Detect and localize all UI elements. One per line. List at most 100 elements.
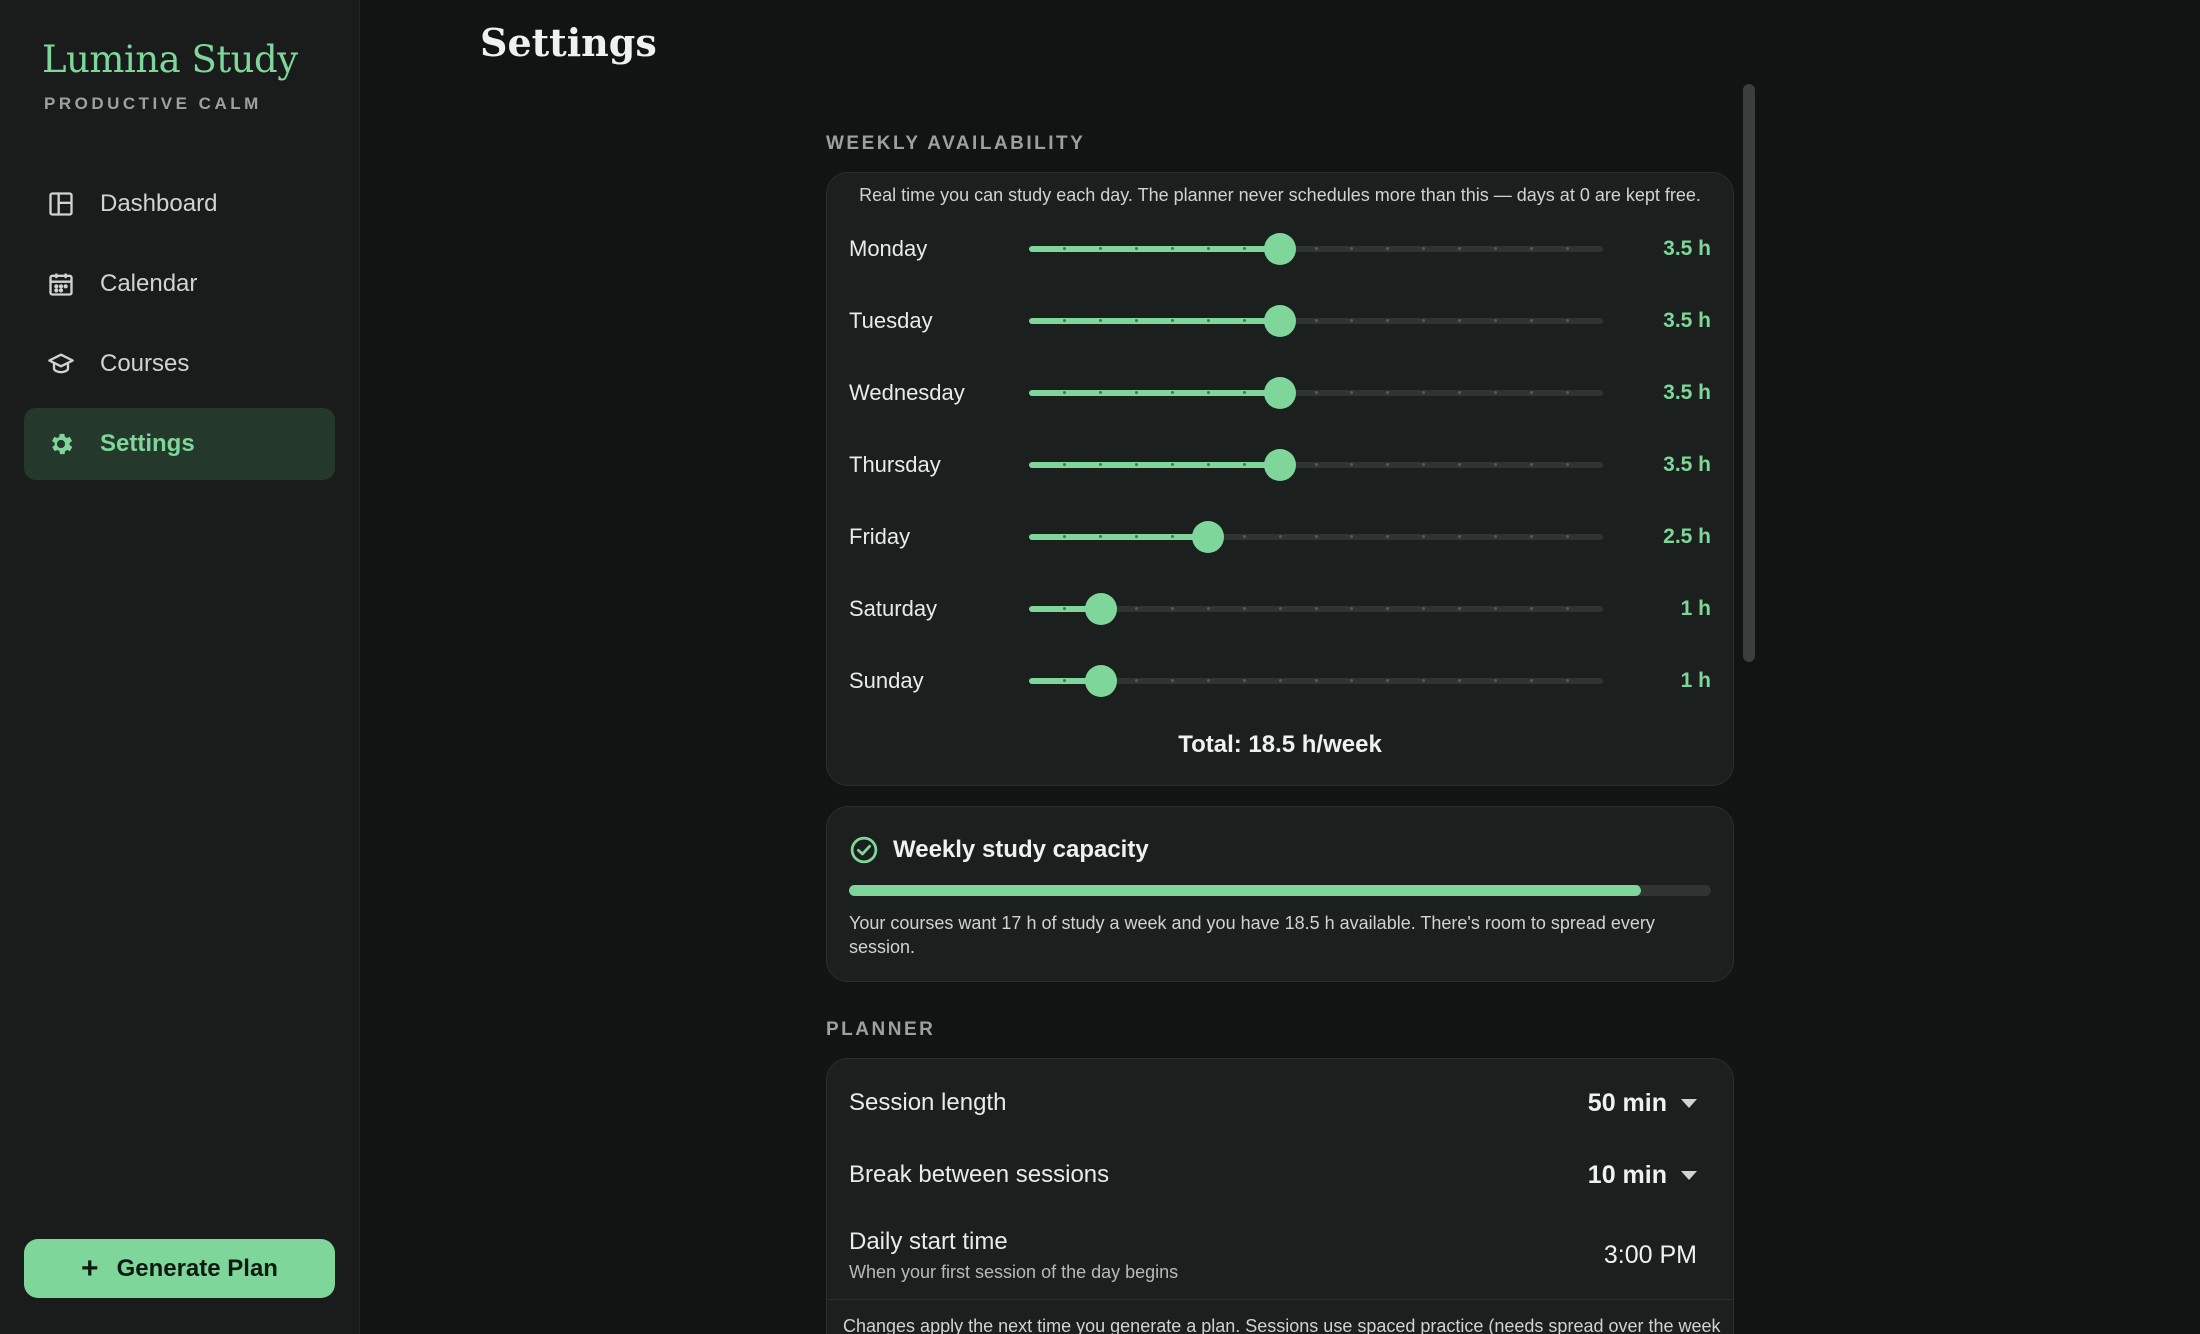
app-logo: Lumina Study bbox=[42, 38, 298, 81]
day-row-sunday: Sunday 1 h bbox=[849, 661, 1711, 701]
day-slider-saturday[interactable] bbox=[1029, 589, 1603, 629]
chevron-down-icon bbox=[1681, 1170, 1697, 1180]
daily-start-time-input[interactable]: 3:00 PM bbox=[1604, 1241, 1697, 1270]
day-slider-tuesday[interactable] bbox=[1029, 301, 1603, 341]
sidebar: Lumina Study PRODUCTIVE CALM Dashboard C… bbox=[0, 0, 360, 1334]
slider-thumb[interactable] bbox=[1192, 521, 1225, 553]
capacity-title: Weekly study capacity bbox=[893, 836, 1149, 863]
slider-thumb[interactable] bbox=[1084, 593, 1117, 625]
slider-tick bbox=[1565, 463, 1569, 466]
day-row-tuesday: Tuesday 3.5 h bbox=[849, 301, 1711, 341]
slider-tick bbox=[1493, 391, 1497, 394]
scrollbar[interactable] bbox=[1743, 84, 1755, 662]
sidebar-item-settings[interactable]: Settings bbox=[24, 408, 335, 480]
graduation-cap-icon bbox=[46, 349, 76, 379]
slider-tick bbox=[1242, 679, 1246, 682]
slider-thumb[interactable] bbox=[1264, 377, 1297, 409]
sidebar-item-label: Courses bbox=[100, 350, 190, 377]
day-hours-value: 3.5 h bbox=[1663, 381, 1711, 404]
slider-tick bbox=[1529, 319, 1533, 322]
slider-tick bbox=[1529, 391, 1533, 394]
slider-tick bbox=[1171, 247, 1174, 250]
slider-thumb[interactable] bbox=[1264, 233, 1297, 265]
chevron-down-icon bbox=[1681, 1098, 1697, 1108]
slider-tick bbox=[1493, 463, 1497, 466]
daily-start-row: Daily start time When your first session… bbox=[849, 1223, 1697, 1287]
slider-tick bbox=[1314, 535, 1318, 538]
slider-thumb[interactable] bbox=[1084, 665, 1117, 697]
session-length-value: 50 min bbox=[1587, 1088, 1667, 1117]
capacity-progress-fill bbox=[849, 885, 1642, 896]
slider-thumb[interactable] bbox=[1264, 305, 1297, 337]
slider-tick bbox=[1242, 535, 1246, 538]
slider-tick bbox=[1314, 679, 1318, 682]
sidebar-item-label: Calendar bbox=[100, 270, 198, 297]
slider-tick bbox=[1529, 463, 1533, 466]
day-hours-value: 3.5 h bbox=[1663, 309, 1711, 332]
sidebar-item-dashboard[interactable]: Dashboard bbox=[24, 168, 335, 240]
slider-tick bbox=[1171, 535, 1174, 538]
day-slider-wednesday[interactable] bbox=[1029, 373, 1603, 413]
break-between-label: Break between sessions bbox=[849, 1161, 1110, 1188]
slider-tick bbox=[1242, 247, 1246, 250]
slider-tick bbox=[1493, 679, 1497, 682]
slider-tick bbox=[1171, 319, 1174, 322]
break-between-select[interactable]: 10 min bbox=[1588, 1161, 1697, 1190]
calendar-icon bbox=[46, 269, 76, 299]
planner-footer-note: Changes apply the next time you generate… bbox=[827, 1299, 1733, 1334]
day-hours-value: 3.5 h bbox=[1663, 453, 1711, 476]
slider-tick bbox=[1493, 319, 1497, 322]
availability-note: Real time you can study each day. The pl… bbox=[859, 185, 1701, 205]
dashboard-icon bbox=[46, 189, 76, 219]
page-title: Settings bbox=[480, 20, 657, 65]
day-hours-value: 3.5 h bbox=[1663, 237, 1711, 260]
planner-card: Session length 50 min Break between sess… bbox=[826, 1058, 1734, 1334]
slider-tick bbox=[1314, 247, 1318, 250]
slider-tick bbox=[1314, 607, 1318, 610]
day-slider-sunday[interactable] bbox=[1029, 661, 1603, 701]
availability-card: Real time you can study each day. The pl… bbox=[826, 172, 1734, 786]
capacity-progress-bar bbox=[849, 885, 1711, 896]
slider-thumb[interactable] bbox=[1264, 449, 1297, 481]
day-hours-value: 2.5 h bbox=[1663, 525, 1711, 548]
slider-tick bbox=[1206, 607, 1210, 610]
slider-tick bbox=[1458, 391, 1461, 394]
slider-tick bbox=[1458, 679, 1461, 682]
session-length-label: Session length bbox=[849, 1089, 1007, 1116]
gear-icon bbox=[46, 429, 76, 459]
break-between-value: 10 min bbox=[1587, 1160, 1667, 1189]
planner-section-label: PLANNER bbox=[826, 1019, 936, 1040]
sidebar-item-label: Dashboard bbox=[100, 190, 218, 217]
day-name: Wednesday bbox=[849, 380, 965, 405]
day-name: Sunday bbox=[849, 668, 924, 693]
slider-tick bbox=[1529, 535, 1533, 538]
generate-plan-button[interactable]: + Generate Plan bbox=[24, 1239, 335, 1298]
slider-tick bbox=[1458, 319, 1461, 322]
slider-tick bbox=[1565, 319, 1569, 322]
slider-tick bbox=[1171, 607, 1174, 610]
session-length-select[interactable]: 50 min bbox=[1588, 1089, 1697, 1118]
slider-tick bbox=[1314, 463, 1318, 466]
slider-tick bbox=[1278, 679, 1282, 682]
daily-start-sub: When your first session of the day begin… bbox=[849, 1261, 1179, 1282]
slider-tick bbox=[1458, 247, 1461, 250]
day-slider-friday[interactable] bbox=[1029, 517, 1603, 557]
day-slider-monday[interactable] bbox=[1029, 229, 1603, 269]
slider-tick bbox=[1493, 247, 1497, 250]
availability-total: Total: 18.5 h/week bbox=[1178, 731, 1382, 758]
slider-tick bbox=[1242, 607, 1246, 610]
slider-tick bbox=[1242, 391, 1246, 394]
sidebar-nav: Dashboard Calendar Courses Settings bbox=[24, 168, 335, 488]
capacity-card: Weekly study capacity Your courses want … bbox=[826, 806, 1734, 982]
daily-start-label: Daily start time bbox=[849, 1227, 1008, 1255]
sidebar-item-courses[interactable]: Courses bbox=[24, 328, 335, 400]
slider-tick bbox=[1565, 247, 1569, 250]
slider-tick bbox=[1565, 607, 1569, 610]
day-hours-value: 1 h bbox=[1680, 597, 1711, 620]
availability-section-label: WEEKLY AVAILABILITY bbox=[826, 133, 1086, 154]
day-slider-thursday[interactable] bbox=[1029, 445, 1603, 485]
slider-tick bbox=[1493, 607, 1497, 610]
sidebar-item-calendar[interactable]: Calendar bbox=[24, 248, 335, 320]
day-row-thursday: Thursday 3.5 h bbox=[849, 445, 1711, 485]
slider-tick bbox=[1206, 463, 1210, 466]
